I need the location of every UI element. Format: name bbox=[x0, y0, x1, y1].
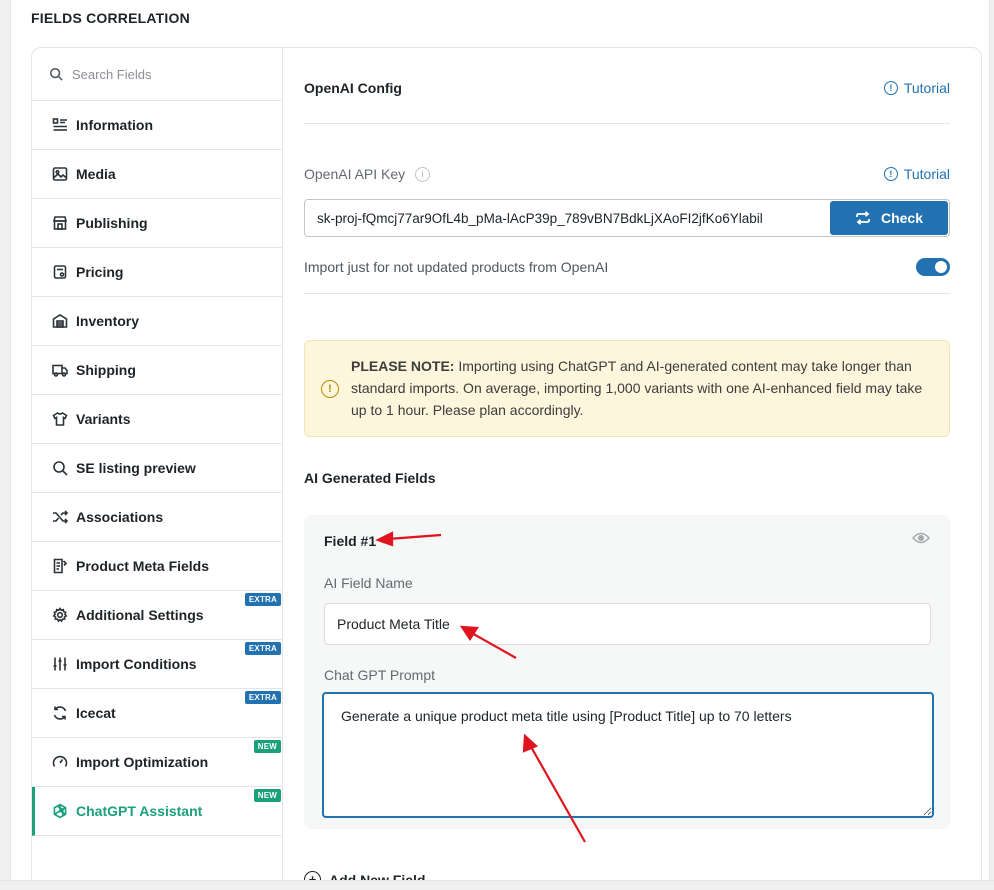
sidebar-item-label: Variants bbox=[76, 411, 131, 427]
divider bbox=[304, 123, 950, 124]
sidebar-item-publishing[interactable]: Publishing bbox=[32, 199, 282, 248]
chat-gpt-prompt-textarea[interactable]: Generate a unique product meta title usi… bbox=[322, 692, 934, 818]
sidebar-item-variants[interactable]: Variants bbox=[32, 395, 282, 444]
search-icon bbox=[49, 67, 63, 81]
sidebar-item-shipping[interactable]: Shipping bbox=[32, 346, 282, 395]
import-toggle[interactable] bbox=[916, 258, 950, 276]
page-bottom-edge bbox=[0, 880, 994, 890]
sidebar-item-label: SE listing preview bbox=[76, 460, 196, 476]
sidebar-item-label: Pricing bbox=[76, 264, 124, 280]
sidebar-item-icecat[interactable]: Icecat EXTRA bbox=[32, 689, 282, 738]
sidebar-item-label: ChatGPT Assistant bbox=[76, 803, 203, 819]
tutorial-label: Tutorial bbox=[903, 166, 950, 182]
notice-text: PLEASE NOTE: Importing using ChatGPT and… bbox=[351, 355, 933, 436]
divider bbox=[304, 293, 950, 294]
tutorial-label: Tutorial bbox=[903, 80, 950, 96]
sliders-icon bbox=[53, 657, 67, 671]
ai-field-name-label: AI Field Name bbox=[324, 575, 413, 591]
info-icon[interactable]: i bbox=[415, 166, 431, 182]
api-key-label: OpenAI API Key bbox=[304, 166, 406, 182]
sidebar-item-import-optimization[interactable]: Import Optimization NEW bbox=[32, 738, 282, 787]
api-key-header: OpenAI API Key i ! Tutorial bbox=[304, 166, 950, 182]
warehouse-icon bbox=[52, 314, 68, 328]
sidebar-item-label: Product Meta Fields bbox=[76, 558, 210, 574]
openai-icon bbox=[53, 803, 67, 819]
info-icon: ! bbox=[883, 167, 898, 181]
sidebar-item-information[interactable]: Information bbox=[32, 101, 282, 150]
search-input[interactable] bbox=[72, 66, 262, 82]
check-label: Check bbox=[880, 210, 924, 226]
shuffle-icon bbox=[53, 510, 68, 524]
please-note-notice: ! PLEASE NOTE: Importing using ChatGPT a… bbox=[304, 340, 950, 437]
sidebar-item-inventory[interactable]: Inventory bbox=[32, 297, 282, 346]
field-title: Field #1 bbox=[324, 533, 377, 549]
sidebar-item-chatgpt-assistant[interactable]: ChatGPT Assistant NEW bbox=[32, 787, 282, 836]
sidebar-item-label: Shipping bbox=[76, 362, 136, 378]
extra-badge: EXTRA bbox=[244, 642, 281, 655]
ai-fields-title: AI Generated Fields bbox=[304, 470, 436, 486]
store-icon bbox=[52, 216, 68, 230]
refresh-icon bbox=[53, 706, 67, 720]
sidebar-item-label: Media bbox=[76, 166, 116, 182]
gauge-icon bbox=[52, 755, 68, 767]
api-key-input[interactable] bbox=[305, 200, 829, 236]
image-icon bbox=[52, 167, 68, 181]
sidebar-item-import-conditions[interactable]: Import Conditions EXTRA bbox=[32, 640, 282, 689]
info-icon: ! bbox=[883, 81, 898, 95]
tutorial-link[interactable]: ! Tutorial bbox=[883, 166, 950, 182]
sidebar-item-label: Additional Settings bbox=[76, 607, 204, 623]
openai-config-panel: OpenAI Config ! Tutorial OpenAI API Key … bbox=[304, 48, 950, 890]
warning-icon: ! bbox=[321, 380, 339, 398]
search-icon bbox=[53, 461, 68, 476]
ai-field-name-input[interactable] bbox=[324, 603, 931, 645]
section-title: FIELDS CORRELATION bbox=[31, 10, 190, 26]
ai-field-card: Field #1 AI Field Name Chat GPT Prompt G… bbox=[304, 515, 950, 829]
new-badge: NEW bbox=[253, 740, 281, 753]
sidebar-item-pricing[interactable]: Pricing bbox=[32, 248, 282, 297]
extra-badge: EXTRA bbox=[244, 593, 281, 606]
extra-badge: EXTRA bbox=[244, 691, 281, 704]
sidebar-item-product-meta-fields[interactable]: Product Meta Fields bbox=[32, 542, 282, 591]
sidebar-item-label: Inventory bbox=[76, 313, 140, 329]
sync-icon bbox=[856, 211, 870, 225]
fields-sidebar: Information Media Publishing Pricing Inv… bbox=[32, 48, 283, 890]
api-key-group: Check bbox=[304, 199, 950, 237]
shirt-icon bbox=[52, 412, 68, 426]
price-tag-icon bbox=[53, 265, 67, 279]
chat-gpt-prompt-label: Chat GPT Prompt bbox=[324, 667, 436, 683]
new-badge: NEW bbox=[253, 789, 281, 802]
sidebar-item-label: Import Conditions bbox=[76, 656, 197, 672]
settings-container: FIELDS CORRELATION Information Media Pub… bbox=[10, 0, 990, 890]
sidebar-item-media[interactable]: Media bbox=[32, 150, 282, 199]
sidebar-item-se-listing-preview[interactable]: SE listing preview bbox=[32, 444, 282, 493]
sidebar-item-label: Information bbox=[76, 117, 153, 133]
search-field[interactable] bbox=[32, 48, 282, 101]
gear-icon bbox=[52, 607, 68, 623]
sidebar-item-additional-settings[interactable]: Additional Settings EXTRA bbox=[32, 591, 282, 640]
meta-doc-icon bbox=[53, 558, 68, 574]
truck-icon bbox=[52, 364, 68, 377]
toggle-label: Import just for not updated products fro… bbox=[304, 259, 609, 275]
list-icon bbox=[52, 118, 67, 131]
check-button[interactable]: Check bbox=[830, 201, 948, 235]
eye-icon[interactable] bbox=[912, 532, 930, 544]
sidebar-item-label: Associations bbox=[76, 509, 164, 525]
fields-panel: Information Media Publishing Pricing Inv… bbox=[31, 47, 982, 890]
sidebar-item-label: Icecat bbox=[76, 705, 116, 721]
notice-bold: PLEASE NOTE: bbox=[351, 358, 455, 374]
config-header: OpenAI Config ! Tutorial bbox=[304, 80, 950, 96]
config-title: OpenAI Config bbox=[304, 80, 402, 96]
sidebar-item-associations[interactable]: Associations bbox=[32, 493, 282, 542]
sidebar-item-label: Import Optimization bbox=[76, 754, 209, 770]
import-toggle-row: Import just for not updated products fro… bbox=[304, 258, 950, 276]
tutorial-link[interactable]: ! Tutorial bbox=[883, 80, 950, 96]
sidebar-item-label: Publishing bbox=[76, 215, 148, 231]
